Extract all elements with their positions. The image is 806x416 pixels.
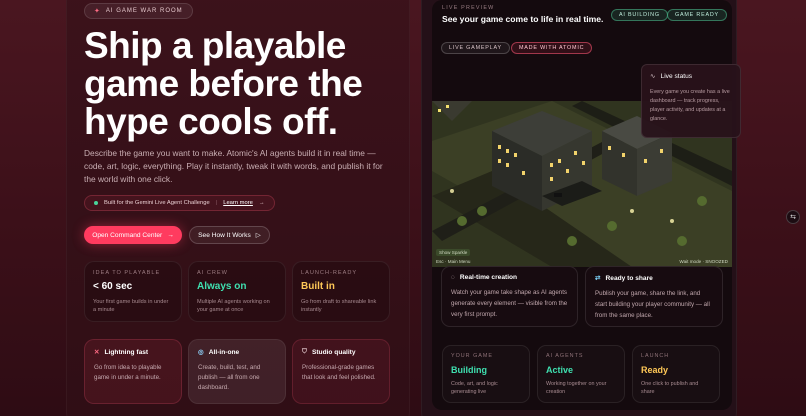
check-circle-icon: ◎	[198, 349, 204, 356]
primary-button-label: Open Command Center	[92, 231, 163, 239]
stat-sub: Your first game builds in under a minute	[93, 299, 169, 313]
tab-live-gameplay[interactable]: LIVE GAMEPLAY	[441, 42, 510, 54]
stat-card: AI CREW Always on Multiple AI agents wor…	[188, 261, 286, 322]
feature-title: Studio quality	[311, 348, 356, 356]
play-icon: ▷	[255, 232, 261, 239]
scene-hint: Esc · Main Menu	[436, 259, 471, 264]
feature-card: ⇄ Ready to share Publish your game, share…	[585, 266, 723, 327]
stat-sub: One click to publish and share	[641, 381, 699, 395]
preview-title: See your game come to life in real time.	[442, 14, 604, 24]
card-desc: Watch your game take shape as AI agents …	[451, 289, 568, 318]
secondary-button-label: See How It Works	[198, 231, 251, 239]
stat-value: Building	[451, 365, 487, 375]
challenge-text: Built for the Gemini Live Agent Challeng…	[104, 200, 210, 206]
open-command-center-button[interactable]: Open Command Center →	[84, 226, 182, 244]
live-status-desc: Every game you create has a live dashboa…	[650, 89, 730, 122]
stat-key: IDEA TO PLAYABLE	[93, 270, 161, 276]
hero-description: Describe the game you want to make. Atom…	[84, 148, 383, 184]
stat-key: AI CREW	[197, 270, 228, 276]
card-desc: Publish your game, share the link, and s…	[595, 290, 710, 319]
separator: |	[215, 200, 218, 206]
stat-card: IDEA TO PLAYABLE < 60 sec Your first gam…	[84, 261, 182, 322]
stat-card: LAUNCH-READY Built in Go from draft to s…	[292, 261, 390, 322]
stat-value: Always on	[197, 281, 247, 292]
stat-value: Built in	[301, 281, 335, 292]
feature-card: ◌ Real-time creation Watch your game take…	[441, 266, 578, 327]
gamepad-icon: ✦	[94, 8, 101, 15]
sparkle-icon: ✕	[94, 349, 100, 356]
scene-right-hint: Wait mode · SNOOZED	[679, 259, 728, 264]
stat-sub: Working together on your creation	[546, 381, 607, 395]
stat-card: YOUR GAME Building Code, art, and logic …	[442, 345, 530, 403]
feature-card: ⛉ Studio quality Professional-grade games…	[292, 339, 390, 404]
hero-title: Ship a playable game before the hype coo…	[84, 25, 363, 142]
activity-icon: ∿	[650, 73, 656, 80]
share-icon: ⇄	[595, 275, 601, 282]
shield-icon: ⛉	[302, 348, 307, 355]
live-status-panel: ∿ Live status Every game you create has a…	[641, 64, 741, 138]
arrow-right-icon: →	[167, 231, 174, 239]
badge-label: AI GAME WAR ROOM	[105, 8, 183, 14]
feature-desc: Go from idea to playable game in under a…	[94, 364, 162, 381]
learn-more-link[interactable]: Learn more	[223, 200, 253, 206]
feature-title: All-in-one	[208, 348, 240, 356]
ai-building-chip: AI BUILDING	[611, 9, 668, 21]
card-title: Ready to share	[605, 274, 653, 282]
stat-sub: Multiple AI agents working on your game …	[197, 299, 270, 313]
feature-title: Lightning fast	[104, 348, 149, 356]
stat-key: AI AGENTS	[546, 353, 584, 359]
see-how-it-works-button[interactable]: See How It Works ▷	[189, 226, 270, 244]
stat-value: Ready	[641, 365, 669, 375]
card-title: Real-time creation	[459, 274, 518, 281]
game-ready-chip: GAME READY	[667, 9, 727, 21]
section-badge: ✦ AI GAME WAR ROOM	[84, 3, 193, 19]
loader-icon: ◌	[451, 274, 455, 281]
stat-key: LAUNCH	[641, 353, 670, 359]
stat-card: AI AGENTS Active Working together on you…	[537, 345, 625, 403]
feature-desc: Create, build, test, and publish — all f…	[198, 364, 261, 391]
arrow-right-icon: →	[258, 200, 265, 206]
feature-card: ◎ All-in-one Create, build, test, and pub…	[188, 339, 286, 404]
preview-label: LIVE PREVIEW	[442, 5, 495, 11]
live-status-title: Live status	[660, 72, 693, 80]
scene-tag: Show Sparkle	[436, 249, 471, 256]
stat-sub: Code, art, and logic generating live	[451, 381, 498, 395]
stat-card: LAUNCH Ready One click to publish and sh…	[632, 345, 720, 403]
challenge-banner: Built for the Gemini Live Agent Challeng…	[84, 195, 275, 211]
feature-desc: Professional-grade games that look and f…	[302, 364, 376, 381]
stat-key: LAUNCH-READY	[301, 270, 358, 276]
stat-value: < 60 sec	[93, 281, 133, 292]
tab-made-with-atomic[interactable]: MADE WITH ATOMIC	[511, 42, 593, 54]
stat-sub: Go from draft to shareable link instantl…	[301, 299, 377, 313]
status-dot	[94, 201, 98, 205]
stat-value: Active	[546, 365, 574, 375]
stat-key: YOUR GAME	[451, 353, 493, 359]
toggle-sidebar-icon[interactable]: ⇆	[786, 210, 800, 224]
feature-card: ✕ Lightning fast Go from idea to playable…	[84, 339, 182, 404]
